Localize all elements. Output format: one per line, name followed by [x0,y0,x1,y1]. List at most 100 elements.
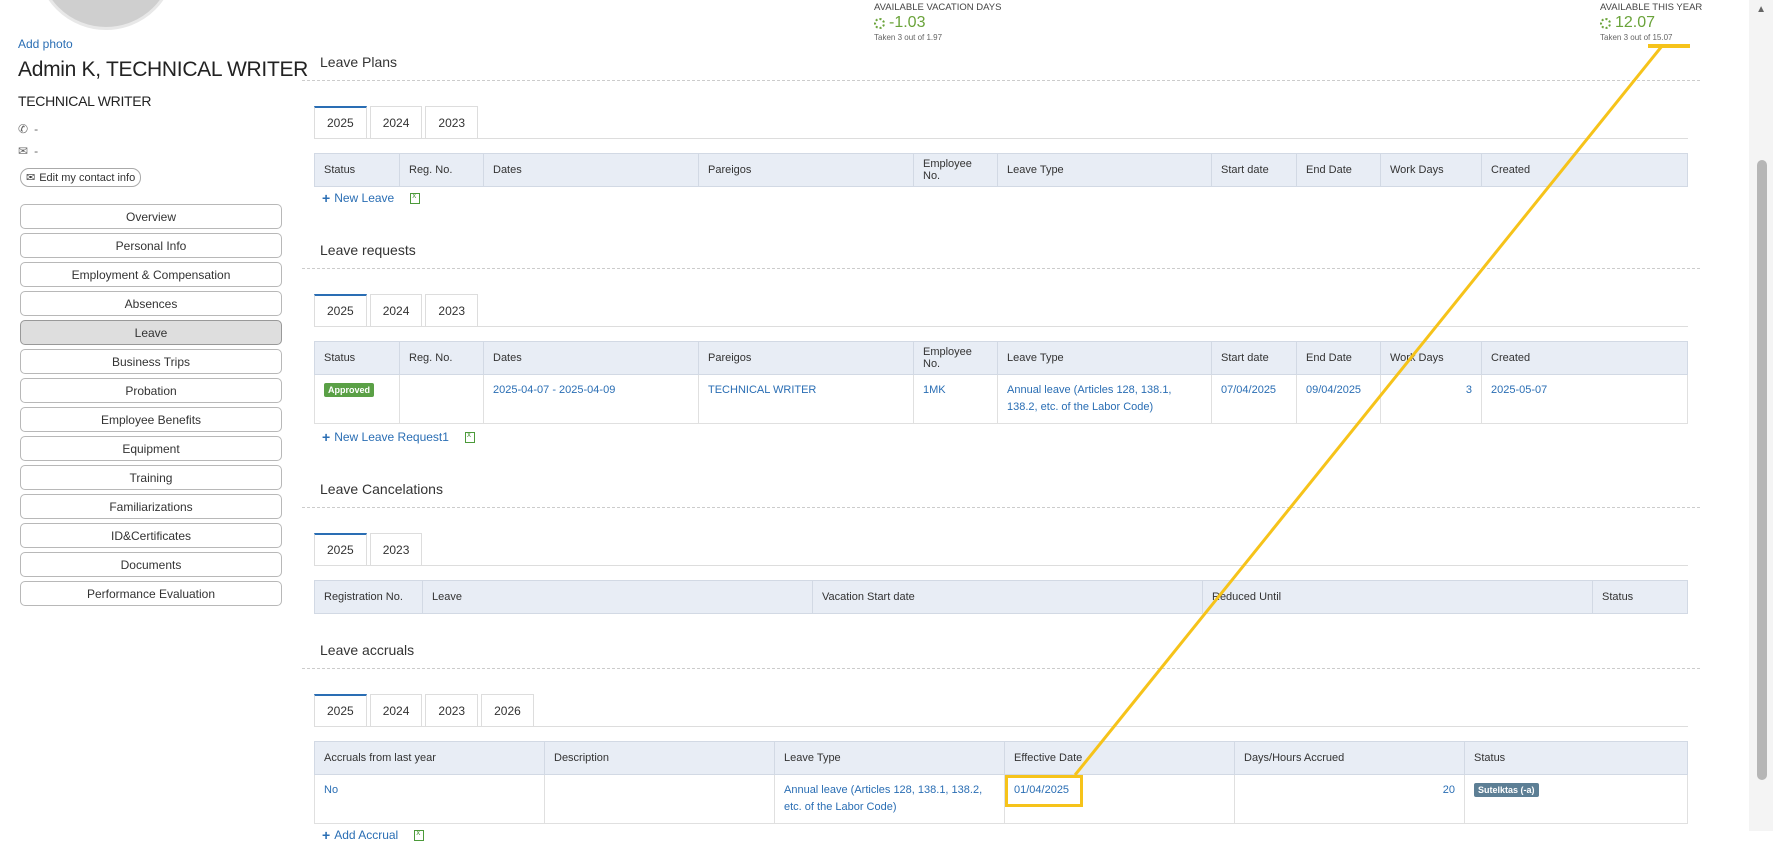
tab-2025[interactable]: 2025 [314,533,367,565]
sidebar-item-business-trips[interactable]: Business Trips [20,349,282,374]
sidebar-item-familiarizations[interactable]: Familiarizations [20,494,282,519]
leave-type-line: 138.2, etc. of the Labor Code) [1007,401,1154,413]
pareigos-cell[interactable]: TECHNICAL WRITER [698,374,914,424]
tabs-baseline [314,326,1688,327]
sidebar-item-absences[interactable]: Absences [20,291,282,316]
col-status[interactable]: Status [1464,741,1688,775]
progress-ring-icon [874,17,885,29]
sidebar-item-probation[interactable]: Probation [20,378,282,403]
from-last-year-cell[interactable]: No [314,774,545,824]
sidebar-item-equipment[interactable]: Equipment [20,436,282,461]
divider [302,268,1700,269]
sidebar-item-training[interactable]: Training [20,465,282,490]
leave-type-cell[interactable]: Annual leave (Articles 128, 138.1, 138.2… [774,774,1005,824]
new-leave-request-label: New Leave Request1 [334,430,449,444]
edit-contact-button[interactable]: ✉ Edit my contact info [20,168,142,187]
col-leave-type[interactable]: Leave Type [997,341,1212,375]
employee-no-cell[interactable]: 1MK [913,374,998,424]
approved-badge: Approved [324,383,375,397]
col-end-date[interactable]: End Date [1296,341,1381,375]
col-reduced-until[interactable]: Reduced Until [1202,580,1593,614]
col-start-date[interactable]: Start date [1211,341,1297,375]
phone-row: ✆ - [18,122,38,136]
col-leave-type[interactable]: Leave Type [997,153,1212,187]
excel-export-icon[interactable] [410,191,421,204]
tab-2023[interactable]: 2023 [369,533,423,565]
col-vacation-start[interactable]: Vacation Start date [812,580,1203,614]
col-created[interactable]: Created [1481,153,1688,187]
tab-2025[interactable]: 2025 [314,694,367,726]
tab-2025[interactable]: 2025 [314,294,367,326]
table-row: No Annual leave (Articles 128, 138.1, 13… [314,774,1688,824]
tab-2023[interactable]: 2023 [425,106,479,138]
col-pareigos[interactable]: Pareigos [698,153,914,187]
col-reg-no[interactable]: Reg. No. [399,341,484,375]
tab-2024[interactable]: 2024 [369,106,423,138]
progress-ring-icon [1600,17,1611,29]
this-year-caption: AVAILABLE THIS YEAR [1600,2,1703,13]
col-days-hours-accrued[interactable]: Days/Hours Accrued [1234,741,1465,775]
status-cell: Approved [314,374,400,424]
col-status[interactable]: Status [1592,580,1688,614]
plus-icon: + [322,429,331,445]
sidebar-item-employment[interactable]: Employment & Compensation [20,262,282,287]
status-badge: Sutelktas (-a) [1474,783,1539,797]
col-work-days[interactable]: Work Days [1380,153,1482,187]
tab-2024[interactable]: 2024 [369,694,423,726]
table-header-row: Status Reg. No. Dates Pareigos Employee … [314,341,1688,375]
col-dates[interactable]: Dates [483,153,699,187]
sidebar-item-performance-evaluation[interactable]: Performance Evaluation [20,581,282,606]
sidebar-item-overview[interactable]: Overview [20,204,282,229]
col-dates[interactable]: Dates [483,341,699,375]
new-leave-label: New Leave [334,191,395,205]
scrollbar-thumb[interactable] [1757,160,1767,780]
tab-2026[interactable]: 2026 [481,694,534,726]
end-date-cell[interactable]: 09/04/2025 [1296,374,1381,424]
col-accruals-last-year[interactable]: Accruals from last year [314,741,545,775]
col-work-days[interactable]: Work Days [1380,341,1482,375]
start-date-cell[interactable]: 07/04/2025 [1211,374,1297,424]
excel-export-icon[interactable] [414,828,425,841]
leave-accruals-title: Leave accruals [320,642,415,658]
sidebar-item-employee-benefits[interactable]: Employee Benefits [20,407,282,432]
leave-plans-title: Leave Plans [320,54,398,70]
col-status[interactable]: Status [314,153,400,187]
phone-value: - [34,122,39,136]
sidebar-item-documents[interactable]: Documents [20,552,282,577]
new-leave-link[interactable]: + New Leave [322,190,421,206]
work-days-cell[interactable]: 3 [1380,374,1482,424]
new-leave-request-link[interactable]: + New Leave Request1 [322,429,475,445]
tab-2025[interactable]: 2025 [314,106,367,138]
dates-cell[interactable]: 2025-04-07 - 2025-04-09 [483,374,699,424]
col-reg-no[interactable]: Reg. No. [399,153,484,187]
tab-2024[interactable]: 2024 [369,294,423,326]
col-leave[interactable]: Leave [422,580,813,614]
col-employee-no[interactable]: Employee No. [913,341,998,375]
col-employee-no[interactable]: Employee No. [913,153,998,187]
sidebar-item-personal-info[interactable]: Personal Info [20,233,282,258]
add-photo-link[interactable]: Add photo [18,37,73,51]
col-status[interactable]: Status [314,341,400,375]
col-registration-no[interactable]: Registration No. [314,580,423,614]
col-start-date[interactable]: Start date [1211,153,1297,187]
col-pareigos[interactable]: Pareigos [698,341,914,375]
tab-2023[interactable]: 2023 [425,694,479,726]
accrued-cell[interactable]: 20 [1234,774,1465,824]
col-effective-date[interactable]: Effective Date [1004,741,1235,775]
col-created[interactable]: Created [1481,341,1688,375]
add-accrual-link[interactable]: + Add Accrual [322,827,425,843]
col-description[interactable]: Description [544,741,775,775]
vacation-days-value-row: -1.03 [874,14,1001,32]
vacation-days-caption: AVAILABLE VACATION DAYS [874,2,1002,13]
sidebar-item-id-certificates[interactable]: ID&Certificates [20,523,282,548]
created-cell[interactable]: 2025-05-07 [1481,374,1688,424]
tab-2023[interactable]: 2023 [425,294,479,326]
sidebar-item-leave[interactable]: Leave [20,320,282,345]
col-leave-type[interactable]: Leave Type [774,741,1005,775]
leave-type-cell[interactable]: Annual leave (Articles 128, 138.1, 138.2… [997,374,1212,424]
scroll-up-icon[interactable]: ▲ [1756,4,1766,15]
col-end-date[interactable]: End Date [1296,153,1381,187]
sidebar-nav: Overview Personal Info Employment & Comp… [20,204,282,610]
excel-export-icon[interactable] [464,430,475,443]
divider [302,80,1700,81]
